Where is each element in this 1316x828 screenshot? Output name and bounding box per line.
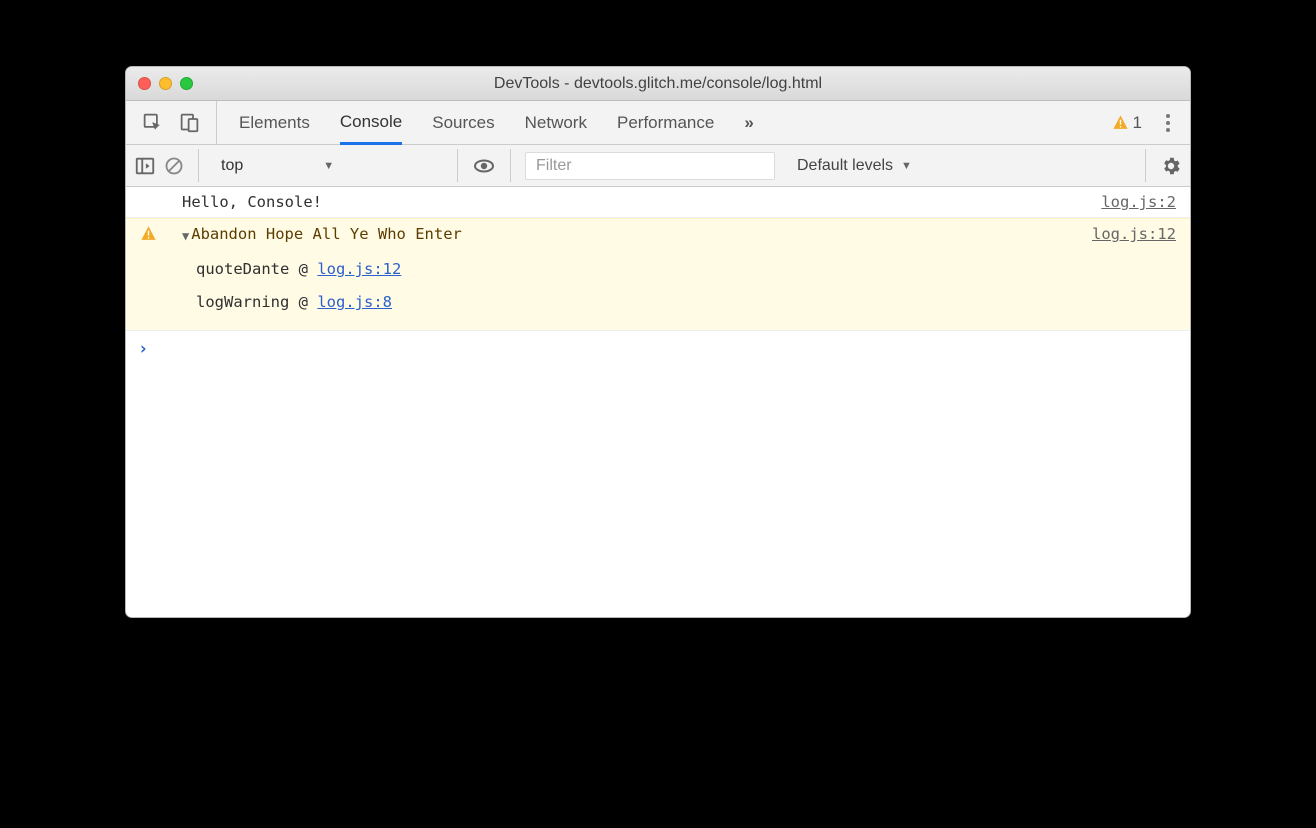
minimize-window-button[interactable] bbox=[159, 77, 172, 90]
inspect-tools bbox=[126, 101, 217, 144]
stack-function: quoteDante bbox=[196, 260, 289, 278]
live-expression-icon[interactable] bbox=[472, 154, 496, 178]
separator bbox=[198, 149, 199, 182]
separator bbox=[1145, 149, 1146, 182]
separator bbox=[457, 149, 458, 182]
tabs-overflow[interactable]: » bbox=[744, 101, 753, 144]
prompt-chevron-icon: › bbox=[138, 339, 148, 359]
console-prompt[interactable]: › bbox=[126, 330, 1190, 367]
warnings-badge[interactable]: 1 bbox=[1112, 113, 1142, 133]
stack-source-link[interactable]: log.js:12 bbox=[317, 260, 401, 278]
stack-function: logWarning bbox=[196, 293, 289, 311]
close-window-button[interactable] bbox=[138, 77, 151, 90]
warning-text: ▼Abandon Hope All Ye Who Enter bbox=[182, 225, 1092, 243]
more-menu-icon[interactable] bbox=[1160, 114, 1176, 132]
main-tabs: Elements Console Sources Network Perform… bbox=[126, 101, 1190, 145]
console-toolbar: top ▼ Default levels ▼ bbox=[126, 145, 1190, 187]
inspect-element-icon[interactable] bbox=[142, 112, 163, 133]
window-title: DevTools - devtools.glitch.me/console/lo… bbox=[126, 75, 1190, 93]
tab-elements[interactable]: Elements bbox=[239, 101, 310, 144]
warning-count: 1 bbox=[1133, 113, 1142, 133]
console-output: Hello, Console! log.js:2 ▼Abandon Hope A… bbox=[126, 187, 1190, 617]
tabs-right: 1 bbox=[1098, 101, 1190, 144]
tab-sources[interactable]: Sources bbox=[432, 101, 494, 144]
maximize-window-button[interactable] bbox=[180, 77, 193, 90]
context-selector[interactable]: top ▼ bbox=[213, 157, 443, 175]
devtools-window: DevTools - devtools.glitch.me/console/lo… bbox=[125, 66, 1191, 618]
log-levels-selector[interactable]: Default levels ▼ bbox=[797, 157, 912, 175]
settings-icon[interactable] bbox=[1160, 155, 1182, 177]
log-text: Hello, Console! bbox=[182, 193, 1101, 211]
tab-group: Elements Console Sources Network Perform… bbox=[217, 101, 1098, 144]
chevron-down-icon: ▼ bbox=[901, 160, 912, 172]
filter-input[interactable] bbox=[525, 152, 775, 180]
stack-trace: quoteDante @ log.js:12 logWarning @ log.… bbox=[126, 249, 1190, 330]
console-log-message: Hello, Console! log.js:2 bbox=[126, 187, 1190, 218]
separator bbox=[510, 149, 511, 182]
stack-frame: quoteDante @ log.js:12 bbox=[196, 253, 1176, 286]
levels-label: Default levels bbox=[797, 157, 893, 175]
tab-network[interactable]: Network bbox=[525, 101, 587, 144]
source-link[interactable]: log.js:2 bbox=[1101, 193, 1176, 211]
stack-source-link[interactable]: log.js:8 bbox=[317, 293, 392, 311]
toggle-sidebar-icon[interactable] bbox=[134, 155, 156, 177]
warning-message-text: Abandon Hope All Ye Who Enter bbox=[191, 225, 462, 243]
console-warning-message: ▼Abandon Hope All Ye Who Enter log.js:12 bbox=[126, 218, 1190, 249]
source-link[interactable]: log.js:12 bbox=[1092, 225, 1176, 243]
tab-performance[interactable]: Performance bbox=[617, 101, 714, 144]
disclosure-triangle-icon[interactable]: ▼ bbox=[182, 229, 189, 243]
titlebar: DevTools - devtools.glitch.me/console/lo… bbox=[126, 67, 1190, 101]
device-toggle-icon[interactable] bbox=[179, 112, 200, 133]
traffic-lights bbox=[138, 77, 193, 90]
stack-frame: logWarning @ log.js:8 bbox=[196, 286, 1176, 319]
tab-console[interactable]: Console bbox=[340, 101, 402, 145]
chevron-down-icon: ▼ bbox=[323, 160, 334, 172]
warning-icon bbox=[140, 225, 157, 242]
clear-console-icon[interactable] bbox=[164, 156, 184, 176]
warning-icon bbox=[1112, 114, 1129, 131]
context-value: top bbox=[221, 157, 243, 175]
